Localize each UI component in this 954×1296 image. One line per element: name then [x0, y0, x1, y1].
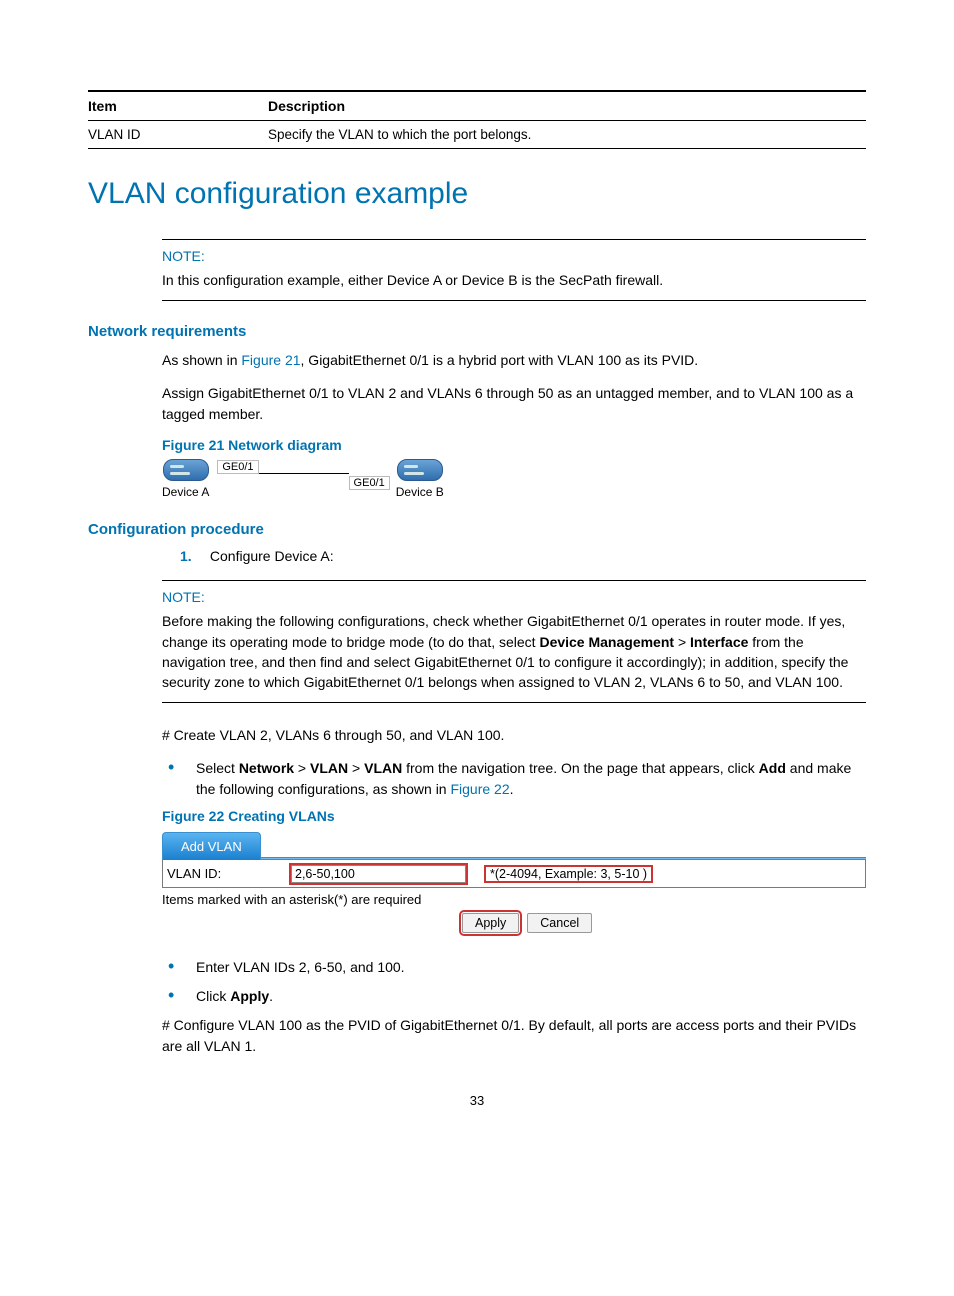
note-block: NOTE: Before making the following config…	[162, 580, 866, 703]
paragraph: # Configure VLAN 100 as the PVID of Giga…	[162, 1015, 866, 1057]
document-page: Item Description VLAN ID Specify the VLA…	[0, 0, 954, 1148]
vlan-id-label: VLAN ID:	[163, 866, 291, 881]
note-label: NOTE:	[162, 248, 866, 264]
apply-button[interactable]: Apply	[462, 913, 519, 933]
link-figure-22[interactable]: Figure 22	[450, 781, 509, 797]
td-desc: Specify the VLAN to which the port belon…	[268, 121, 866, 149]
add-vlan-ui: Add VLAN VLAN ID: *(2-4094, Example: 3, …	[162, 832, 866, 933]
figure-22-label: Figure 22 Creating VLANs	[162, 808, 866, 824]
list-item: • Click Apply.	[162, 986, 866, 1007]
heading-configuration-procedure: Configuration procedure	[88, 521, 866, 538]
paragraph: Assign GigabitEthernet 0/1 to VLAN 2 and…	[162, 383, 866, 425]
device-a-icon	[163, 459, 209, 481]
paragraph: # Create VLAN 2, VLANs 6 through 50, and…	[162, 725, 866, 746]
vlan-id-hint: *(2-4094, Example: 3, 5-10 )	[484, 865, 653, 883]
page-title: VLAN configuration example	[88, 177, 866, 211]
bullet-icon: •	[162, 758, 196, 800]
required-note: Items marked with an asterisk(*) are req…	[162, 892, 866, 907]
page-number: 33	[88, 1093, 866, 1108]
list-item: • Enter VLAN IDs 2, 6-50, and 100.	[162, 957, 866, 978]
device-a-label: Device A	[162, 485, 209, 499]
table-row: VLAN ID Specify the VLAN to which the po…	[88, 121, 866, 149]
ge01-label: GE0/1	[217, 460, 258, 474]
ge01-label: GE0/1	[349, 476, 390, 490]
tab-strip	[261, 857, 866, 860]
heading-network-requirements: Network requirements	[88, 323, 866, 340]
paragraph: As shown in Figure 21, GigabitEthernet 0…	[162, 350, 866, 371]
bullet-icon: •	[162, 986, 196, 1007]
td-item: VLAN ID	[88, 121, 268, 149]
figure-21-label: Figure 21 Network diagram	[162, 437, 866, 453]
note-label: NOTE:	[162, 589, 866, 605]
definition-table: Item Description VLAN ID Specify the VLA…	[88, 90, 866, 149]
network-diagram: Device A GE0/1 GE0/1 Device B	[162, 459, 866, 499]
step-text: Configure Device A:	[210, 548, 334, 564]
th-desc: Description	[268, 91, 866, 121]
th-item: Item	[88, 91, 268, 121]
note-text: In this configuration example, either De…	[162, 270, 866, 290]
step-number: 1.	[180, 548, 206, 564]
bullet-icon: •	[162, 957, 196, 978]
device-b-icon	[397, 459, 443, 481]
list-item: • Select Network > VLAN > VLAN from the …	[162, 758, 866, 800]
ordered-step: 1. Configure Device A:	[180, 548, 866, 564]
device-b-label: Device B	[396, 485, 444, 499]
vlan-id-input[interactable]	[291, 865, 466, 883]
note-text: Before making the following configuratio…	[162, 611, 866, 692]
link-figure-21[interactable]: Figure 21	[241, 352, 300, 368]
tab-add-vlan[interactable]: Add VLAN	[162, 832, 261, 860]
cancel-button[interactable]: Cancel	[527, 913, 592, 933]
note-block: NOTE: In this configuration example, eit…	[162, 239, 866, 301]
